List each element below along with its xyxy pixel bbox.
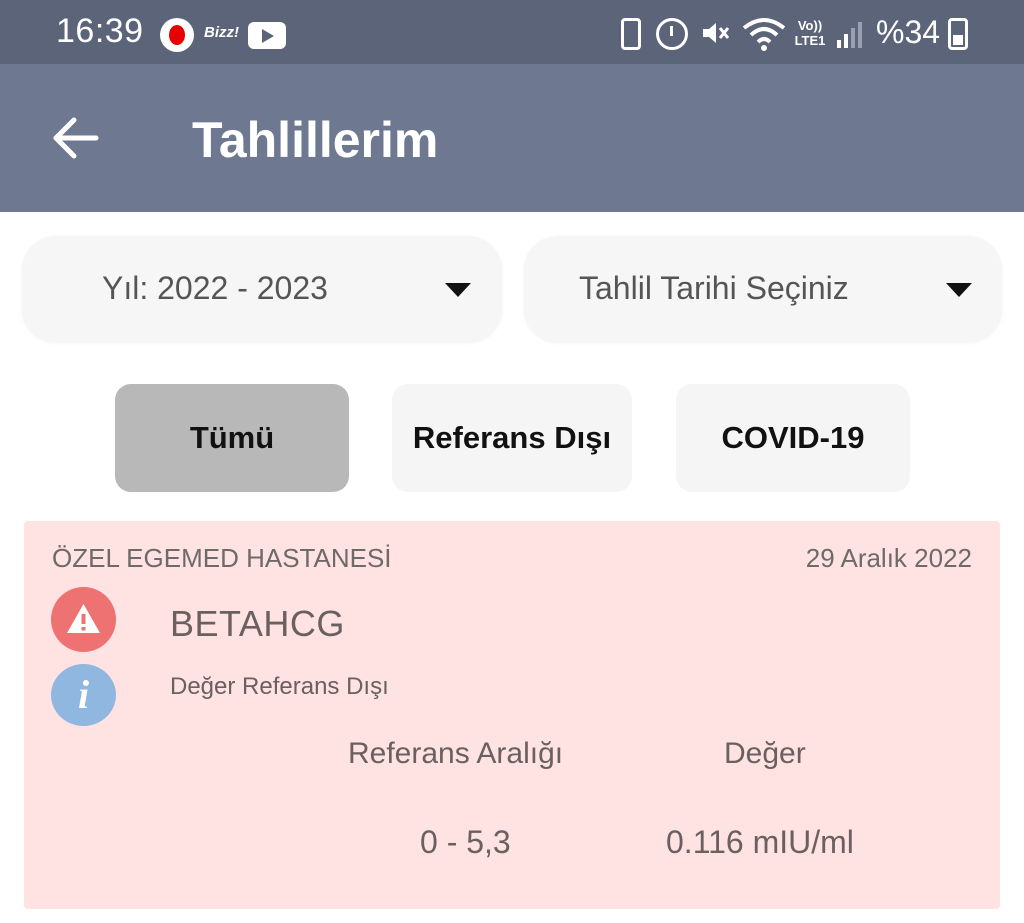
- reference-range-header: Referans Aralığı: [348, 737, 564, 770]
- battery-icon: [948, 18, 968, 50]
- result-status: Değer Referans Dışı: [170, 673, 389, 700]
- value-header: Değer: [724, 737, 806, 770]
- wifi-icon: [742, 18, 786, 51]
- hospital-name: ÖZEL EGEMED HASTANESİ: [52, 543, 392, 573]
- year-dropdown-label: Yıl: 2022 - 2023: [102, 270, 328, 306]
- alarm-icon: [656, 18, 688, 50]
- signal-icon: [837, 22, 862, 48]
- test-name: BETAHCG: [170, 603, 345, 644]
- caret-down-icon: [445, 283, 471, 297]
- back-arrow-icon[interactable]: [46, 108, 106, 168]
- status-bar: 16:39 Bizz! Vo)) LTE1 %34: [0, 0, 1024, 64]
- test-date-dropdown[interactable]: Tahlil Tarihi Seçiniz: [524, 236, 1002, 342]
- mute-icon: [703, 23, 730, 43]
- year-dropdown[interactable]: Yıl: 2022 - 2023: [22, 236, 502, 342]
- page-title: Tahlillerim: [192, 112, 439, 168]
- app-bar: Tahlillerim: [0, 64, 1024, 212]
- info-icon[interactable]: i: [51, 664, 116, 726]
- caret-down-icon: [946, 283, 972, 297]
- chip-covid-19[interactable]: COVID-19: [676, 384, 910, 492]
- result-value: 0.116 mIU/ml: [666, 824, 854, 860]
- reference-range-value: 0 - 5,3: [420, 824, 511, 860]
- warning-icon: [51, 587, 116, 652]
- chip-out-of-reference[interactable]: Referans Dışı: [392, 384, 632, 492]
- volte-icon: Vo)) LTE1: [794, 18, 826, 48]
- bizz-badge: Bizz!: [204, 24, 239, 41]
- battery-saver-icon: [621, 18, 641, 50]
- test-date-dropdown-label: Tahlil Tarihi Seçiniz: [579, 270, 849, 306]
- battery-percentage: %34: [876, 14, 941, 50]
- status-time: 16:39: [56, 12, 144, 50]
- result-date: 29 Aralık 2022: [805, 543, 972, 573]
- vodafone-icon: [160, 18, 194, 52]
- youtube-icon: [248, 22, 286, 49]
- chip-all[interactable]: Tümü: [115, 384, 349, 492]
- result-card[interactable]: ÖZEL EGEMED HASTANESİ 29 Aralık 2022 i B…: [24, 521, 1000, 909]
